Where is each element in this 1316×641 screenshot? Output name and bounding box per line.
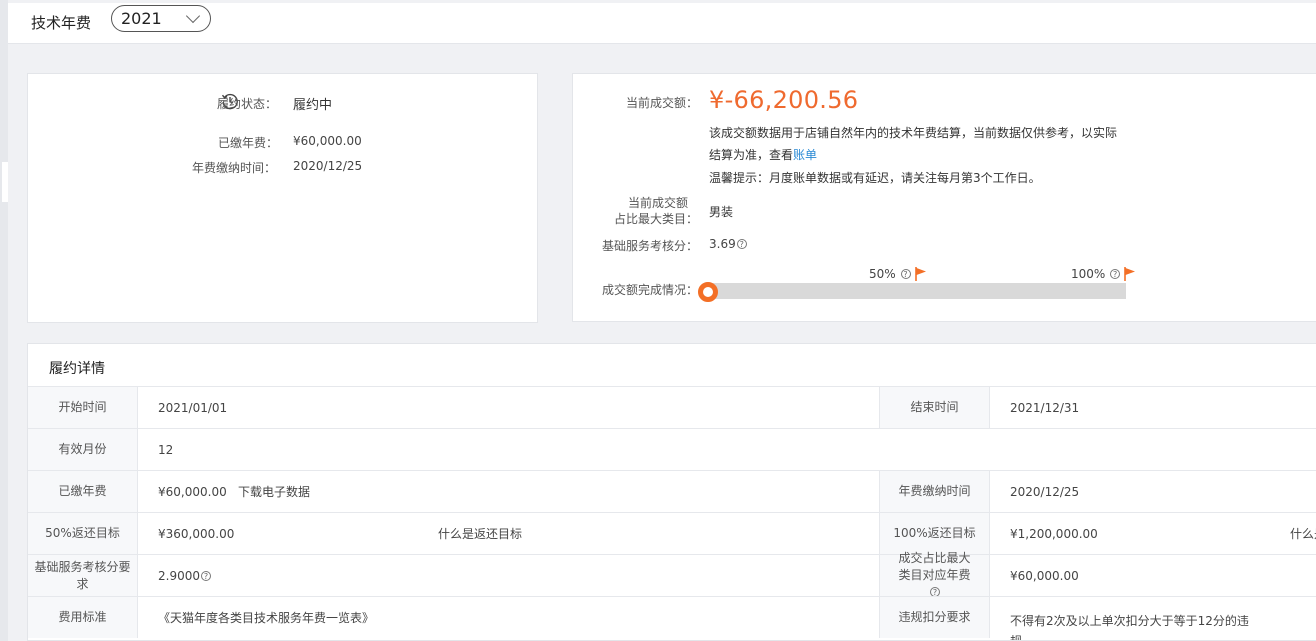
- cell-value: ¥60,000.00: [1010, 568, 1079, 583]
- cell-header: 开始时间: [28, 387, 138, 428]
- progress-knob: [698, 282, 718, 302]
- turnover-card: 当前成交额： ¥-66,200.56 该成交额数据用于店铺自然年内的技术年费结算…: [572, 73, 1316, 322]
- cell-value: 2020/12/25: [1010, 484, 1080, 499]
- flag-50-icon: [915, 267, 926, 281]
- cell-header: 结束时间: [880, 387, 990, 428]
- mark-50-label: 50%: [869, 267, 896, 281]
- service-score-value: 3.69?: [709, 237, 747, 251]
- rebate-target-link-2[interactable]: 什么是: [1290, 513, 1316, 554]
- table-row: 50%返还目标 ¥360,000.00 什么是返还目标 100%返还目标 ¥1,…: [28, 512, 1316, 554]
- cell-value: 2021/12/31: [1010, 400, 1080, 415]
- cell-value: ¥60,000.00: [158, 484, 227, 499]
- table-row: 费用标准 《天猫年度各类目技术服务年费一览表》 违规扣分要求 不得有2次及以上单…: [28, 596, 1316, 641]
- rebate-target-link[interactable]: 什么是返还目标: [438, 513, 522, 554]
- fee-standard-link[interactable]: 《天猫年度各类目技术服务年费一览表》: [158, 597, 374, 638]
- table-row: 已缴年费 ¥60,000.00 下载电子数据 年费缴纳时间 2020/12/25: [28, 470, 1316, 512]
- cell-header: 50%返还目标: [28, 513, 138, 554]
- pay-time-label: 年费缴纳时间：: [192, 161, 277, 175]
- cell-header: 已缴年费: [28, 471, 138, 512]
- mark-100: 100% ?: [1071, 267, 1121, 281]
- cell-header: 年费缴纳时间: [880, 471, 990, 512]
- chevron-down-icon: [185, 8, 201, 24]
- table-row: 开始时间 2021/01/01 结束时间 2021/12/31: [28, 386, 1316, 428]
- page-title: 技术年费: [31, 14, 92, 32]
- bill-link[interactable]: 账单: [793, 148, 817, 162]
- current-turnover-label: 当前成交额：: [626, 96, 699, 110]
- service-score-number: 3.69: [709, 237, 736, 251]
- help-icon[interactable]: ?: [736, 239, 747, 249]
- mark-100-label: 100%: [1071, 267, 1106, 281]
- left-edge-strip: [0, 0, 8, 641]
- download-data-link[interactable]: 下载电子数据: [238, 471, 310, 512]
- year-select-value: 2021: [121, 9, 162, 28]
- service-score-label: 基础服务考核分：: [602, 239, 699, 253]
- current-turnover-amount: ¥-66,200.56: [709, 86, 859, 114]
- help-icon[interactable]: ?: [201, 570, 211, 581]
- cell-value: 2.9000?: [158, 555, 211, 596]
- progress-label: 成交额完成情况：: [602, 283, 699, 297]
- cell-header: 有效月份: [28, 429, 138, 470]
- status-value: 履约中: [293, 98, 333, 113]
- cell-value: 12: [158, 442, 174, 457]
- help-icon[interactable]: ?: [900, 269, 911, 279]
- help-icon[interactable]: ?: [1110, 269, 1121, 279]
- progress-track: [708, 283, 1126, 299]
- cell-header: 费用标准: [28, 597, 138, 638]
- category-fee-label: 成交占比最大类目对应年费: [898, 551, 971, 582]
- edge-tab: [2, 162, 8, 202]
- status-label: 履约状态：: [217, 97, 278, 111]
- year-select[interactable]: 2021: [111, 5, 211, 32]
- cell-header: 100%返还目标: [880, 513, 990, 554]
- turnover-description-line2: 结算为准，查看账单: [709, 146, 817, 163]
- category-label-line1: 当前成交额: [628, 196, 689, 210]
- paid-fee-label: 已缴年费：: [218, 136, 279, 150]
- category-value: 男装: [709, 205, 734, 219]
- description-text: 结算为准，查看: [709, 148, 794, 162]
- pay-time-value: 2020/12/25: [293, 159, 363, 173]
- table-row: 基础服务考核分要求 2.9000? 成交占比最大类目对应年费 ? ¥60,000…: [28, 551, 1316, 597]
- flag-100-icon: [1124, 267, 1135, 281]
- top-bar: 技术年费 2021: [8, 3, 1316, 44]
- contract-status-card: 履约状态： 履约中 已缴年费： ¥60,000.00 年费缴纳时间： 2020/…: [27, 73, 538, 323]
- cell-value: 不得有2次及以上单次扣分大于等于12分的违规: [1010, 614, 1249, 641]
- cell-value: ¥360,000.00: [158, 526, 235, 541]
- table-row: 有效月份 12: [28, 428, 1316, 470]
- cell-header: 违规扣分要求: [880, 597, 990, 638]
- mark-50: 50% ?: [869, 267, 911, 281]
- cell-value: ¥1,200,000.00: [1010, 526, 1098, 541]
- delay-tip: 温馨提示：月度账单数据或有延迟，请关注每月第3个工作日。: [709, 171, 1041, 185]
- section-title: 履约详情: [49, 361, 105, 377]
- paid-fee-value: ¥60,000.00: [293, 134, 362, 148]
- cell-header: 基础服务考核分要求: [28, 555, 138, 596]
- cell-header: 成交占比最大类目对应年费 ?: [880, 551, 990, 597]
- score-requirement-value: 2.9000: [158, 568, 200, 583]
- category-label-line2: 占比最大类目：: [614, 212, 699, 226]
- cell-value: 2021/01/01: [158, 400, 228, 415]
- turnover-description: 该成交额数据用于店铺自然年内的技术年费结算，当前数据仅供参考，以实际: [709, 126, 1118, 140]
- contract-details: 履约详情 开始时间 2021/01/01 结束时间 2021/12/31 有效月…: [27, 343, 1316, 641]
